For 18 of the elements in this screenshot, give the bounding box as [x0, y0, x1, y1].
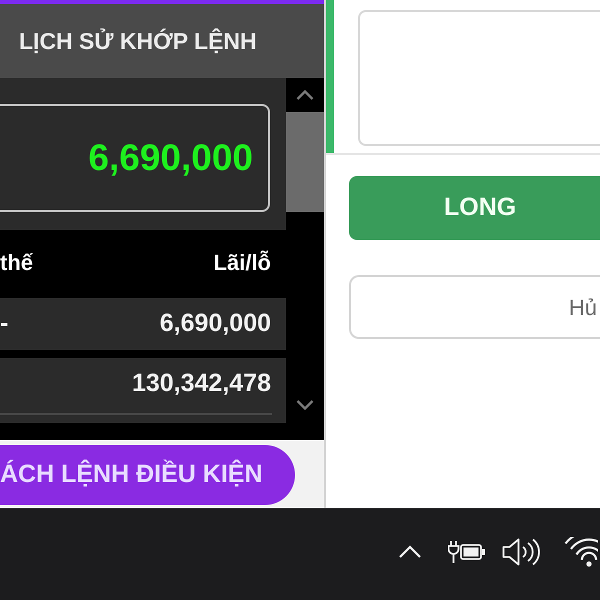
battery-plug-icon[interactable]: [448, 540, 486, 564]
wifi-icon[interactable]: [562, 536, 598, 566]
table-cell-text: 130,342,478: [132, 368, 271, 400]
cancel-button[interactable]: Hủ: [349, 275, 600, 339]
scrollbar-thumb[interactable]: [286, 112, 324, 212]
chevron-up-icon: [296, 90, 314, 100]
long-button[interactable]: LONG: [349, 176, 600, 240]
chevron-down-icon: [296, 400, 314, 410]
speaker-icon[interactable]: [502, 538, 540, 566]
column-header: Lãi/lỗ: [214, 249, 271, 277]
conditional-orders-button[interactable]: ÁCH LỆNH ĐIỀU KIỆN: [0, 445, 295, 505]
note-field[interactable]: [358, 10, 600, 146]
chevron-up-icon[interactable]: [398, 544, 422, 558]
table-cell-text: -: [0, 308, 8, 340]
profit-value: 6,690,000: [88, 136, 253, 180]
history-tab[interactable]: LỊCH SỬ KHỚP LỆNH: [0, 4, 324, 78]
column-header: thế: [0, 249, 33, 277]
table-cell-text: 6,690,000: [160, 308, 271, 340]
